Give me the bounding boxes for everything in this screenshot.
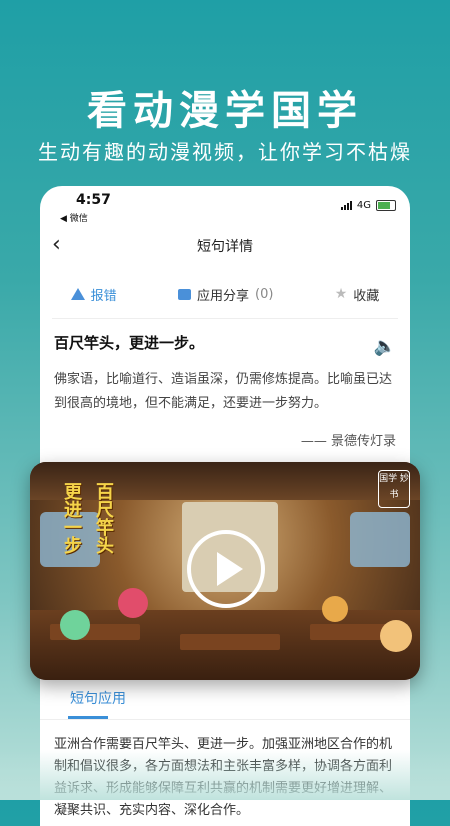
report-label: 报错	[90, 288, 117, 304]
warning-icon	[70, 288, 85, 300]
hero-title: 看动漫学国学	[87, 88, 363, 134]
video-player[interactable]: 更进一步 百尺竿头 国学 妙书	[30, 462, 420, 680]
poem-column-1: 更进一步	[61, 482, 82, 554]
back-to-app-link[interactable]: ◀ 微信	[60, 211, 88, 224]
network-type: 4G	[356, 200, 371, 211]
cartoon-character	[118, 588, 148, 618]
play-button[interactable]	[187, 530, 265, 608]
share-button[interactable]: 应用分享 (0)	[177, 285, 274, 304]
phrase-source: —— 景德传灯录	[300, 434, 396, 449]
signal-icon	[340, 201, 352, 210]
cartoon-character	[322, 596, 348, 622]
share-icon	[177, 288, 191, 300]
cartoon-character	[380, 620, 412, 652]
report-button[interactable]: 报错	[70, 285, 117, 304]
favorite-button[interactable]: ★ 收藏	[335, 285, 380, 304]
play-icon	[217, 552, 243, 586]
divider	[52, 318, 398, 319]
video-stamp: 国学 妙书	[378, 470, 410, 508]
action-bar: 报错 应用分享 (0) ★ 收藏	[40, 278, 410, 310]
hero-subtitle: 生动有趣的动漫视频，让你学习不枯燥	[38, 140, 412, 164]
favorite-label: 收藏	[353, 288, 380, 304]
phrase-explanation: 佛家语，比喻道行、造诣虽深，仍需修炼提高。比喻虽已达到很高的境地，但不能满足，还…	[54, 372, 393, 411]
cartoon-character	[60, 610, 90, 640]
battery-icon	[376, 200, 396, 211]
divider	[40, 719, 410, 720]
status-bar: 4:57 ◀ 微信 4G	[54, 192, 396, 226]
navbar: ‹ 短句详情	[40, 226, 410, 266]
status-time: 4:57	[76, 192, 111, 208]
phrase-text: 百尺竿头，更进一步。	[54, 334, 205, 352]
status-indicators: 4G	[340, 200, 396, 211]
video-scene-desk	[180, 634, 280, 650]
share-label: 应用分享	[196, 288, 249, 304]
poem-column-2: 百尺竿头	[93, 482, 114, 554]
star-icon: ★	[334, 286, 348, 302]
speaker-icon[interactable]: 🔈	[374, 336, 396, 357]
tab-application[interactable]: 短句应用	[70, 688, 126, 708]
video-scene-window	[350, 512, 410, 567]
page-title: 短句详情	[197, 239, 253, 255]
bottom-fade	[0, 750, 450, 800]
share-count: (0)	[255, 286, 274, 302]
